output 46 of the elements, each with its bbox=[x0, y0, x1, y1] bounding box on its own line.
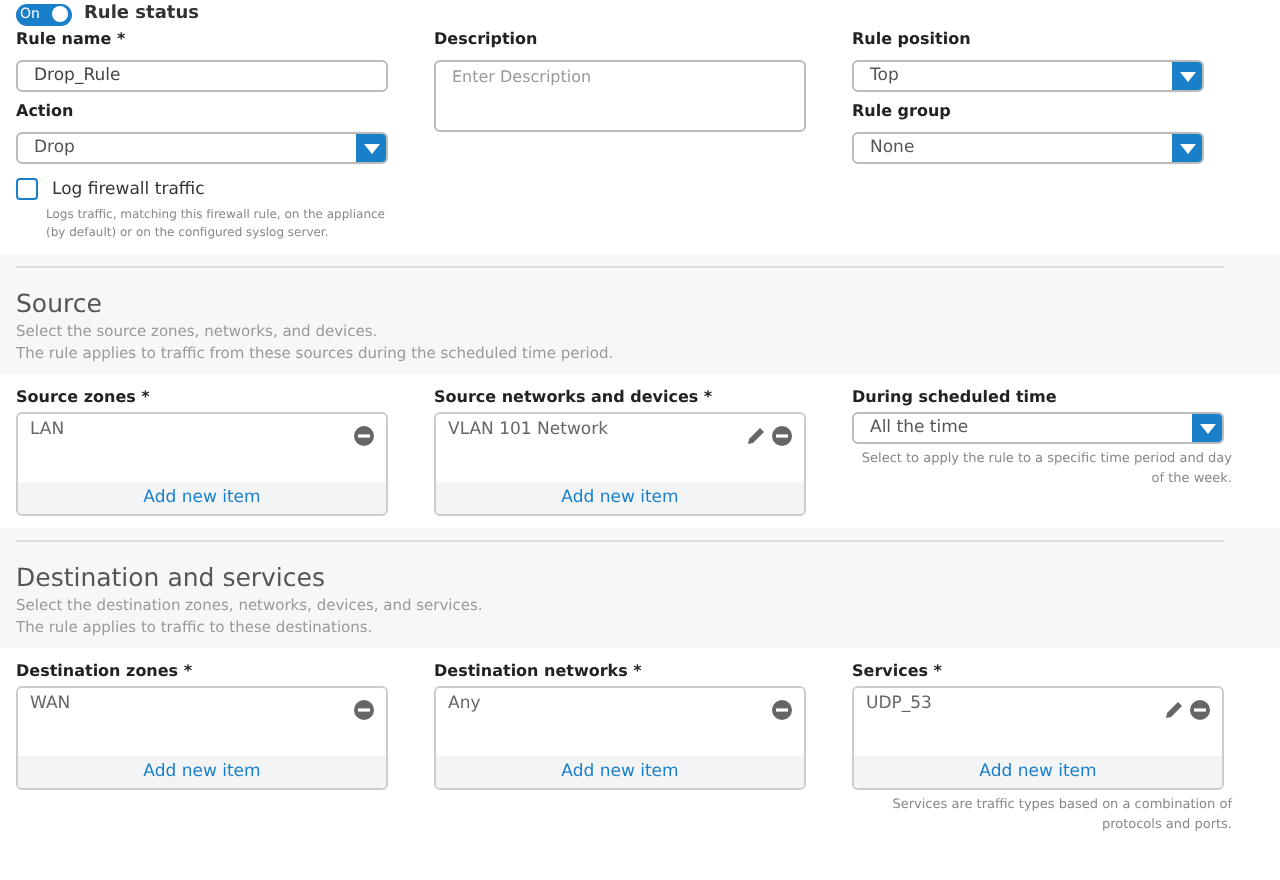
field-label: During scheduled time bbox=[852, 388, 1057, 406]
add-item-button[interactable]: Add new item bbox=[18, 481, 386, 514]
field-label: Action bbox=[16, 102, 74, 120]
caret-icon bbox=[363, 143, 379, 153]
remove-icon[interactable] bbox=[772, 426, 792, 446]
remove-icon[interactable] bbox=[1190, 700, 1210, 720]
checkbox[interactable] bbox=[16, 178, 38, 200]
caret-icon bbox=[1199, 423, 1215, 433]
remove-icon[interactable] bbox=[354, 426, 374, 446]
dropdown-button[interactable] bbox=[356, 134, 386, 162]
dropdown-button[interactable] bbox=[1172, 62, 1202, 90]
caret-icon bbox=[1179, 143, 1195, 153]
pencil-icon[interactable] bbox=[1164, 700, 1184, 720]
dropdown-button[interactable] bbox=[1192, 414, 1222, 442]
field-label: Destination zones * bbox=[16, 662, 193, 680]
dropdown-button[interactable] bbox=[1172, 134, 1202, 162]
list-item[interactable]: LAN bbox=[30, 420, 348, 440]
field-label: Destination networks * bbox=[434, 662, 642, 680]
checkbox-label: Log firewall traffic bbox=[52, 179, 205, 199]
field-label: Rule group bbox=[852, 102, 951, 120]
toggle-label: Rule status bbox=[84, 4, 199, 24]
remove-icon[interactable] bbox=[354, 700, 374, 720]
add-item-button[interactable]: Add new item bbox=[436, 755, 804, 788]
list-item[interactable]: UDP_53 bbox=[866, 694, 1158, 714]
rule-name-field[interactable]: Drop_Rule bbox=[16, 60, 388, 92]
section-title: Destination and services bbox=[16, 562, 325, 592]
section-title: Source bbox=[16, 288, 102, 318]
list-item[interactable]: WAN bbox=[30, 694, 348, 714]
pencil-icon[interactable] bbox=[746, 426, 766, 446]
remove-icon[interactable] bbox=[772, 700, 792, 720]
add-item-button[interactable]: Add new item bbox=[18, 755, 386, 788]
field-label: Services * bbox=[852, 662, 942, 680]
caret-icon bbox=[1179, 71, 1195, 81]
field-label: Source networks and devices * bbox=[434, 388, 713, 406]
position-dropdown[interactable]: Top bbox=[852, 60, 1204, 92]
list-item[interactable]: Any bbox=[448, 694, 766, 714]
schedule-dropdown[interactable]: All the time bbox=[852, 412, 1224, 444]
field-label: Description bbox=[434, 30, 538, 48]
action-dropdown[interactable]: Drop bbox=[16, 132, 388, 164]
group-dropdown[interactable]: None bbox=[852, 132, 1204, 164]
field-label: Source zones * bbox=[16, 388, 150, 406]
add-item-button[interactable]: Add new item bbox=[436, 481, 804, 514]
field-label: Rule name * bbox=[16, 30, 126, 48]
add-item-button[interactable]: Add new item bbox=[854, 755, 1222, 788]
field-label: Rule position bbox=[852, 30, 971, 48]
list-item[interactable]: VLAN 101 Network bbox=[448, 420, 740, 440]
